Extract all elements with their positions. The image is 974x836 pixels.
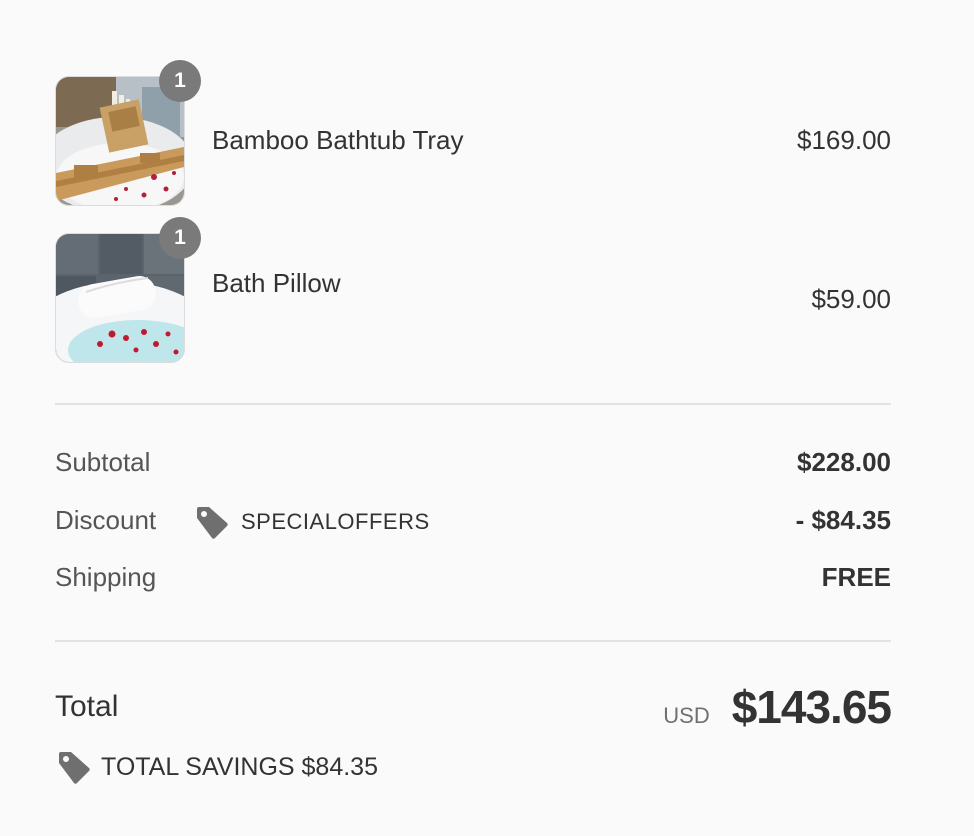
product-thumbnail-wrapper: 1 [55, 217, 201, 363]
quantity-badge: 1 [159, 60, 201, 102]
line-item: 1 Bamboo Bathtub Tray $169.00 [55, 60, 891, 206]
currency-code: USD [663, 703, 710, 728]
discount-value: - $84.35 [795, 505, 891, 535]
subtotal-value: $228.00 [797, 447, 891, 477]
total-label: Total [55, 690, 119, 723]
subtotal-label: Subtotal [55, 447, 151, 477]
shipping-value: FREE [821, 562, 891, 592]
product-price: $169.00 [797, 125, 891, 155]
shipping-row: Shipping FREE [55, 562, 891, 598]
total-row: Total USD $143.65 [55, 680, 892, 740]
divider [55, 403, 891, 405]
total-savings-text: TOTAL SAVINGS $84.35 [101, 752, 378, 781]
product-name: Bamboo Bathtub Tray [212, 125, 464, 155]
quantity-badge: 1 [159, 217, 201, 259]
divider [55, 640, 891, 642]
order-summary: 1 Bamboo Bathtub Tray $169.00 1 Bath Pil… [55, 0, 892, 836]
total-amount: $143.65 [731, 681, 892, 733]
line-item: 1 Bath Pillow $59.00 [55, 217, 891, 363]
total-amount-group: USD $143.65 [663, 680, 892, 734]
product-thumbnail-wrapper: 1 [55, 60, 201, 206]
product-name: Bath Pillow [212, 268, 341, 298]
discount-code: SPECIALOFFERS [241, 509, 430, 534]
tag-icon [59, 752, 90, 784]
discount-code-tag: SPECIALOFFERS [193, 503, 430, 541]
subtotal-row: Subtotal $228.00 [55, 447, 891, 483]
total-savings: TOTAL SAVINGS $84.35 [55, 747, 378, 787]
shipping-label: Shipping [55, 562, 157, 592]
discount-row: Discount SPECIALOFFERS - $84.35 [55, 505, 891, 541]
tag-icon [197, 507, 228, 539]
discount-label: Discount [55, 505, 157, 535]
product-price: $59.00 [811, 284, 891, 314]
